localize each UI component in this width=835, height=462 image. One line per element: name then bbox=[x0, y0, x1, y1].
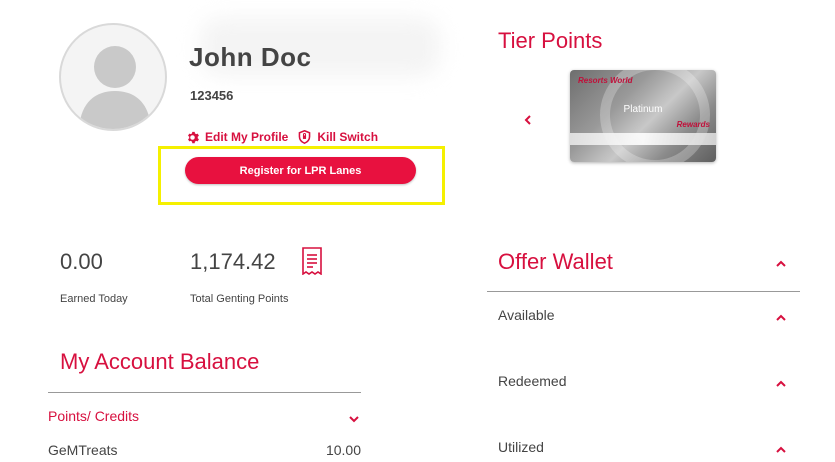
wallet-section-label: Utilized bbox=[498, 439, 544, 455]
profile-avatar[interactable] bbox=[59, 23, 167, 131]
member-id: 123456 bbox=[190, 88, 234, 103]
card-stripe bbox=[570, 133, 716, 145]
tier-card[interactable]: Resorts World Platinum Rewards bbox=[570, 70, 716, 162]
earned-today-value: 0.00 bbox=[60, 249, 103, 274]
divider bbox=[487, 291, 800, 292]
person-icon bbox=[79, 46, 151, 129]
shield-icon bbox=[299, 130, 311, 144]
kill-switch-label: Kill Switch bbox=[317, 130, 379, 144]
account-balance-title: My Account Balance bbox=[60, 349, 260, 374]
receipt-icon[interactable] bbox=[301, 247, 323, 280]
balance-row: GeMTreats 10.00 bbox=[48, 442, 361, 462]
offer-wallet-title: Offer Wallet bbox=[498, 249, 613, 274]
card-brand: Resorts World bbox=[578, 76, 633, 85]
wallet-section-label: Redeemed bbox=[498, 373, 567, 389]
chevron-up-icon bbox=[776, 446, 786, 453]
chevron-up-icon bbox=[776, 314, 786, 321]
profile-name: John Doc bbox=[189, 42, 312, 72]
wallet-section-available[interactable]: Available bbox=[498, 307, 790, 331]
chevron-down-icon bbox=[349, 416, 359, 423]
wallet-section-redeemed[interactable]: Redeemed bbox=[498, 373, 790, 397]
edit-profile-link[interactable]: Edit My Profile bbox=[186, 130, 288, 144]
divider bbox=[48, 392, 361, 393]
gear-icon bbox=[188, 131, 199, 143]
chevron-up-icon[interactable] bbox=[774, 257, 788, 271]
chevron-up-icon bbox=[776, 380, 786, 387]
wallet-section-label: Available bbox=[498, 307, 555, 323]
points-credits-label: Points/ Credits bbox=[48, 408, 140, 424]
chevron-left-icon[interactable] bbox=[522, 113, 534, 127]
edit-profile-label: Edit My Profile bbox=[205, 130, 289, 144]
kill-switch-link[interactable]: Kill Switch bbox=[298, 130, 378, 144]
card-tier-label: Platinum bbox=[623, 104, 663, 115]
profile-links: Edit My Profile Kill Switch bbox=[186, 130, 378, 144]
wallet-section-utilized[interactable]: Utilized bbox=[498, 439, 790, 460]
total-points-label: Total Genting Points bbox=[190, 293, 289, 305]
balance-row-label: GeMTreats bbox=[48, 442, 118, 458]
card-program: Rewards bbox=[676, 120, 710, 129]
total-points-value: 1,174.42 bbox=[190, 249, 276, 274]
tier-points-title: Tier Points bbox=[498, 28, 603, 53]
balance-row-value: 10.00 bbox=[325, 442, 361, 458]
register-lpr-button[interactable]: Register for LPR Lanes bbox=[185, 157, 416, 184]
earned-today-label: Earned Today bbox=[60, 293, 128, 305]
points-credits-toggle[interactable]: Points/ Credits bbox=[48, 408, 361, 430]
